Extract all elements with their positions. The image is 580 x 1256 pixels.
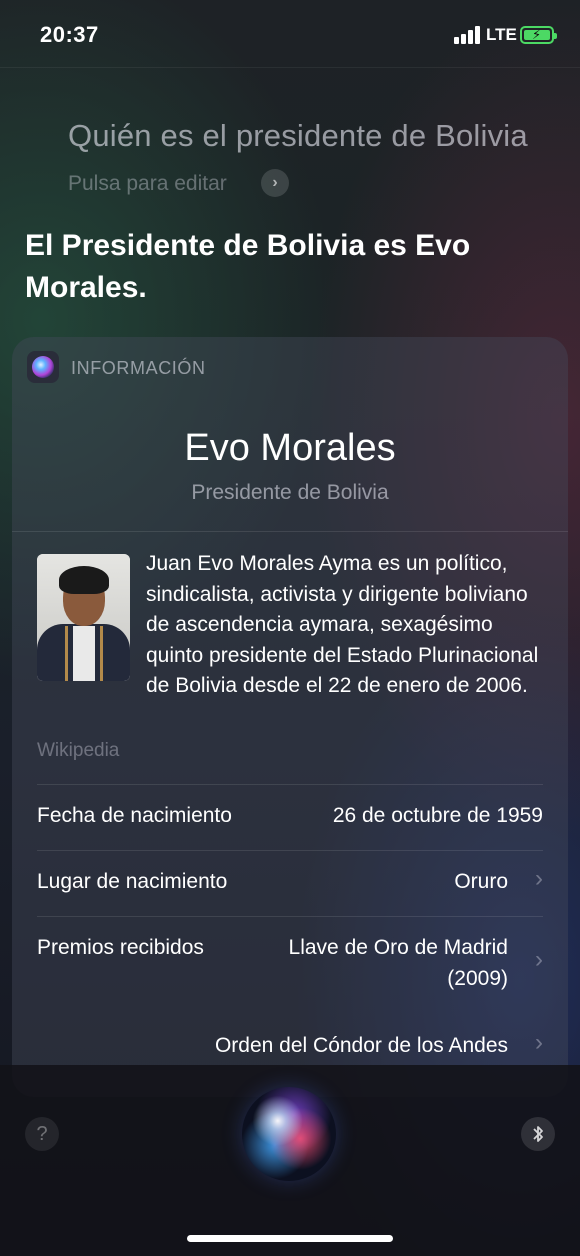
network-type: LTE [486,25,517,44]
siri-query-text[interactable]: Quién es el presidente de Bolivia [68,118,528,154]
clock: 20:37 [40,22,99,47]
fact-value: Oruro [454,870,508,893]
fact-label: Fecha de nacimiento [37,804,232,827]
info-card: INFORMACIÓN Evo Morales Presidente de Bo… [12,337,568,1097]
fact-value: Llave de Oro de Madrid (2009) [288,936,508,990]
chevron-right-icon: › [535,1029,543,1056]
fact-row-birth-date: Fecha de nacimiento 26 de octubre de 195… [37,784,543,850]
bio-block: Juan Evo Morales Ayma es un político, si… [37,549,547,702]
person-name: Evo Morales [184,427,396,469]
siri-orb-button[interactable] [242,1087,336,1181]
card-category-label: INFORMACIÓN [71,358,206,378]
fact-label: Premios recibidos [37,936,204,959]
person-title: Presidente de Bolivia [191,481,389,504]
cellular-signal-icon [454,26,482,44]
tap-to-edit-label[interactable]: Pulsa para editar [68,172,227,196]
divider [37,784,543,785]
fact-label: Lugar de nacimiento [37,870,228,893]
status-bar: 20:37 LTE ⚡ [0,0,580,68]
home-indicator[interactable] [187,1235,393,1242]
fact-value: Orden del Cóndor de los Andes [214,1034,508,1057]
fact-row-awards-2[interactable]: Orden del Cóndor de los Andes › [37,1029,543,1070]
bluetooth-icon[interactable] [521,1117,555,1151]
fact-row-birth-place[interactable]: Lugar de nacimiento Oruro › [37,850,543,916]
card-header: INFORMACIÓN [27,351,547,385]
fact-value: 26 de octubre de 1959 [332,804,543,827]
help-icon[interactable]: ? [25,1117,59,1151]
fact-row-awards[interactable]: Premios recibidos Llave de Oro de Madrid… [37,916,543,1012]
chevron-right-icon: › [535,865,543,892]
divider [37,916,543,917]
chevron-right-icon: › [535,946,543,973]
divider [12,531,568,532]
edit-chevron-icon[interactable]: › [261,169,289,197]
divider [37,850,543,851]
siri-answer: El Presidente de Bolivia es Evo Morales. [25,229,471,304]
siri-icon [27,351,59,383]
bio-text: Juan Evo Morales Ayma es un político, si… [146,552,539,698]
battery-charging-icon: ⚡ [520,26,557,44]
source-link[interactable]: Wikipedia [37,740,119,762]
